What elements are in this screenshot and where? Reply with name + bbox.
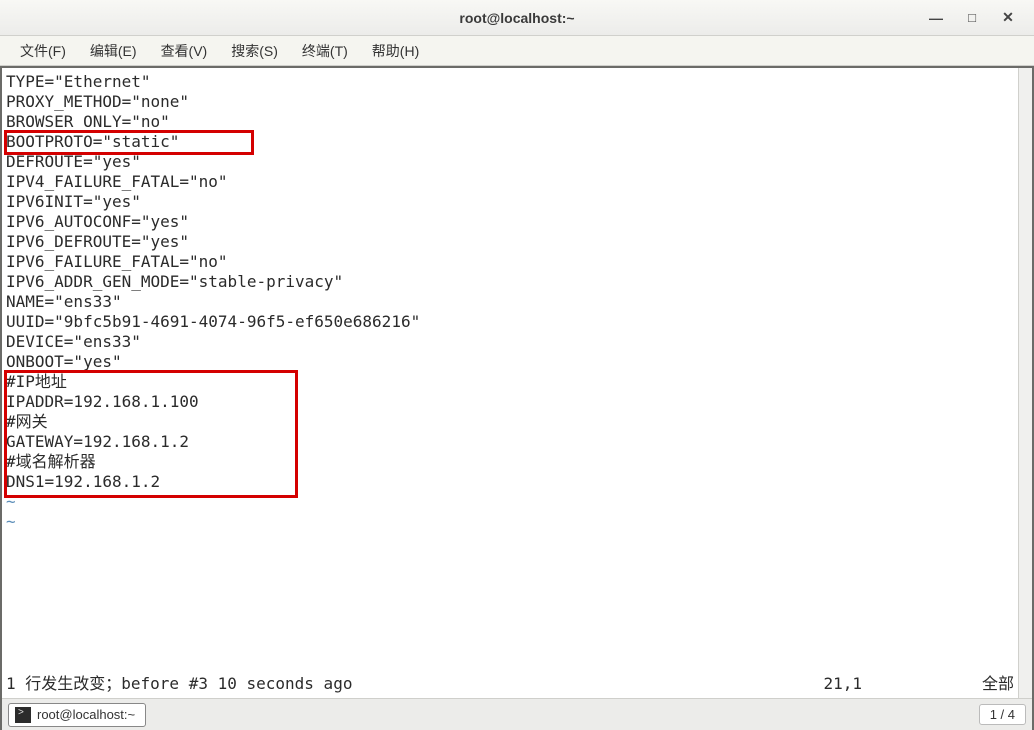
menu-edit[interactable]: 编辑(E): [78, 37, 149, 65]
close-button[interactable]: [990, 5, 1026, 31]
terminal-line: IPV6INIT="yes": [6, 192, 1014, 212]
window-title: root@localhost:~: [459, 10, 574, 26]
maximize-button[interactable]: [954, 5, 990, 31]
terminal-line: NAME="ens33": [6, 292, 1014, 312]
menu-terminal[interactable]: 终端(T): [290, 37, 360, 65]
terminal-line: ONBOOT="yes": [6, 352, 1014, 372]
workspace-label: 1 / 4: [990, 707, 1015, 722]
statusline-message: 1 行发生改变；before #3 10 seconds ago: [6, 674, 352, 694]
titlebar-buttons: [918, 5, 1026, 31]
terminal-line: IPV6_ADDR_GEN_MODE="stable-privacy": [6, 272, 1014, 292]
terminal-line: IPV6_FAILURE_FATAL="no": [6, 252, 1014, 272]
terminal-area[interactable]: TYPE="Ethernet"PROXY_METHOD="none"BROWSE…: [2, 68, 1032, 698]
taskbar: root@localhost:~ 1 / 4: [2, 698, 1032, 730]
vim-statusline: 1 行发生改变；before #3 10 seconds ago 21,1 全部: [6, 674, 1014, 694]
terminal-line: PROXY_METHOD="none": [6, 92, 1014, 112]
terminal-line: #IP地址: [6, 372, 1014, 392]
menu-search[interactable]: 搜索(S): [219, 37, 290, 65]
titlebar: root@localhost:~: [0, 0, 1034, 36]
terminal-window: root@localhost:~ 文件(F) 编辑(E) 查看(V) 搜索(S)…: [0, 0, 1034, 730]
terminal-line: DEFROUTE="yes": [6, 152, 1014, 172]
terminal-line: IPV4_FAILURE_FATAL="no": [6, 172, 1014, 192]
taskbar-workspace-indicator[interactable]: 1 / 4: [979, 704, 1026, 725]
statusline-view: 全部: [982, 674, 1014, 694]
menu-help[interactable]: 帮助(H): [360, 37, 431, 65]
terminal-frame: TYPE="Ethernet"PROXY_METHOD="none"BROWSE…: [0, 66, 1034, 730]
terminal-icon: [15, 707, 31, 723]
terminal-line: #域名解析器: [6, 452, 1014, 472]
minimize-button[interactable]: [918, 5, 954, 31]
terminal-line: IPV6_AUTOCONF="yes": [6, 212, 1014, 232]
terminal-line: IPADDR=192.168.1.100: [6, 392, 1014, 412]
terminal-line: DEVICE="ens33": [6, 332, 1014, 352]
terminal-line: ~: [6, 512, 1014, 532]
terminal-content[interactable]: TYPE="Ethernet"PROXY_METHOD="none"BROWSE…: [6, 72, 1014, 694]
terminal-line: IPV6_DEFROUTE="yes": [6, 232, 1014, 252]
taskbar-terminal-item[interactable]: root@localhost:~: [8, 703, 146, 727]
statusline-position: 21,1: [823, 674, 862, 694]
terminal-line: DNS1=192.168.1.2: [6, 472, 1014, 492]
terminal-line: BROWSER_ONLY="no": [6, 112, 1014, 132]
terminal-line: BOOTPROTO="static": [6, 132, 1014, 152]
terminal-line: UUID="9bfc5b91-4691-4074-96f5-ef650e6862…: [6, 312, 1014, 332]
taskbar-item-label: root@localhost:~: [37, 707, 135, 722]
menu-file[interactable]: 文件(F): [8, 37, 78, 65]
menubar: 文件(F) 编辑(E) 查看(V) 搜索(S) 终端(T) 帮助(H): [0, 36, 1034, 66]
terminal-line: ~: [6, 492, 1014, 512]
terminal-line: #网关: [6, 412, 1014, 432]
terminal-line: GATEWAY=192.168.1.2: [6, 432, 1014, 452]
terminal-scrollbar[interactable]: [1018, 68, 1032, 698]
terminal-line: TYPE="Ethernet": [6, 72, 1014, 92]
menu-view[interactable]: 查看(V): [149, 37, 220, 65]
